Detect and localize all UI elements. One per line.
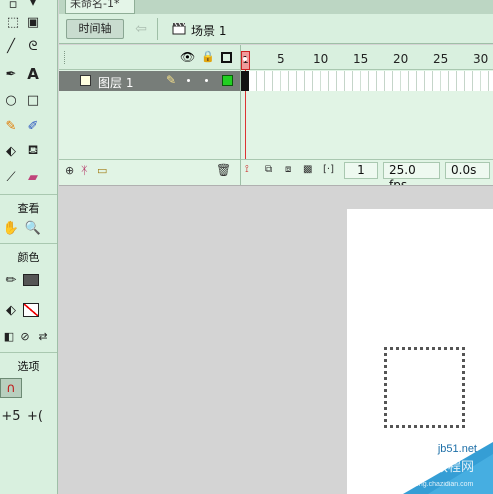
current-frame-field: 1	[344, 162, 378, 179]
onion-outlines-icon[interactable]: ⧈	[285, 164, 291, 175]
rectangle-tool-icon[interactable]: □	[22, 90, 44, 110]
modify-markers-icon[interactable]: [·]	[323, 164, 334, 175]
line-tool-icon[interactable]: ╱	[0, 36, 22, 56]
timeline-toggle-button[interactable]: 时间轴	[66, 19, 124, 39]
pencil-tool-icon[interactable]: ✎	[0, 116, 22, 136]
ruler-number: 20	[393, 52, 409, 66]
eraser-tool-icon[interactable]: ▰	[22, 167, 44, 187]
keyframe[interactable]	[241, 71, 249, 91]
layer-icon	[80, 75, 91, 86]
lock-dot[interactable]	[205, 79, 208, 82]
toolbar-divider	[157, 18, 158, 40]
scene-icon	[172, 22, 186, 35]
options-section-label: 选项	[17, 360, 40, 373]
layer-name[interactable]: 图层 1	[98, 74, 133, 91]
frame-controls: ⟟ ⧉ ⧈ ▩ [·] 1 25.0 fps 0.0s	[241, 159, 493, 192]
smooth-icon[interactable]: +5	[0, 406, 22, 426]
subselection-tool-icon[interactable]: ▾	[22, 0, 44, 12]
scene-label[interactable]: 场景 1	[191, 22, 226, 39]
onion-skin-icon[interactable]: ⧉	[265, 164, 272, 175]
selected-rectangle[interactable]	[384, 347, 465, 428]
swap-colors-icon[interactable]: ⇄	[32, 326, 54, 346]
free-transform-tool-icon[interactable]: ⬚	[2, 12, 24, 32]
timeline-panel: 👁 🔒 图层 1 ✎ ⊕ ᛡ ▭ 🗑 1 5 10 15 20	[59, 45, 493, 192]
layer-color-swatch[interactable]	[222, 75, 233, 86]
ruler-number: 10	[313, 52, 329, 66]
edit-multiple-frames-icon[interactable]: ▩	[303, 164, 312, 175]
document-tab[interactable]: 未命名-1*	[65, 0, 135, 14]
elapsed-time-field: 0.0s	[445, 162, 490, 179]
stroke-color-swatch[interactable]	[20, 270, 42, 290]
frames-area: 1 5 10 15 20 25 30 ⟟ ⧉ ⧈ ▩ [·] 1 25.0 fp…	[241, 45, 493, 192]
hand-tool-icon[interactable]: ✋	[0, 218, 22, 238]
frame-rate-field[interactable]: 25.0 fps	[383, 162, 440, 192]
gradient-transform-tool-icon[interactable]: ▣	[22, 12, 44, 32]
keyframe-dot	[243, 57, 247, 61]
layer-row[interactable]: 图层 1 ✎	[59, 71, 240, 91]
insert-layer-icon[interactable]: ⊕	[65, 164, 74, 177]
outline-icon[interactable]	[221, 52, 232, 63]
lasso-tool-icon[interactable]: ᘓ	[22, 36, 44, 56]
ruler-number: 30	[473, 52, 489, 66]
add-motion-guide-icon[interactable]: ᛡ	[81, 164, 88, 177]
trash-icon[interactable]: 🗑	[216, 163, 231, 177]
timeline-toolbar: 时间轴 ⇦ 场景 1	[59, 14, 493, 44]
fill-color-icon[interactable]: ⬖	[0, 300, 22, 320]
pen-tool-icon[interactable]: ✒	[0, 64, 22, 84]
tools-divider	[0, 243, 57, 244]
color-section-label: 颜色	[17, 251, 40, 264]
eye-icon[interactable]: 👁	[180, 50, 195, 64]
pencil-icon: ✎	[166, 73, 177, 87]
document-tab-bar: 未命名-1*	[59, 0, 493, 14]
tools-panel: ▫ ▾ ⬚ ▣ ╱ ᘓ ✒ A ○ □ ✎ ✐ ⬖ ⛾ ⟋ ▰ 查看 ✋ 🔍 颜…	[0, 0, 58, 494]
watermark-line1: jb51.net	[437, 443, 477, 455]
ink-bottle-tool-icon[interactable]: ⬖	[0, 141, 22, 161]
ruler-number: 15	[353, 52, 369, 66]
text-tool-icon[interactable]: A	[22, 64, 44, 84]
panel-grip[interactable]	[64, 51, 67, 64]
ruler-number: 5	[277, 52, 285, 66]
center-frame-icon[interactable]: ⟟	[245, 164, 249, 175]
straighten-icon[interactable]: +(	[24, 406, 46, 426]
insert-folder-icon[interactable]: ▭	[97, 164, 107, 177]
tools-divider	[0, 194, 57, 195]
back-arrow-icon[interactable]: ⇦	[132, 20, 150, 38]
oval-tool-icon[interactable]: ○	[0, 90, 22, 110]
stroke-color-icon[interactable]: ✏	[0, 270, 22, 290]
watermark-line2: 查字典 教程网	[392, 459, 474, 475]
paint-bucket-tool-icon[interactable]: ⛾	[22, 141, 44, 161]
fill-none-swatch[interactable]	[20, 300, 42, 320]
brush-tool-icon[interactable]: ✐	[22, 116, 44, 136]
tools-divider	[0, 352, 57, 353]
layer-controls: ⊕ ᛡ ▭ 🗑	[59, 159, 240, 181]
ruler-number: 25	[433, 52, 449, 66]
snap-to-objects-icon[interactable]: ∩	[0, 378, 22, 398]
layer-header: 👁 🔒	[59, 45, 240, 70]
visibility-dot[interactable]	[187, 79, 190, 82]
frame-cells[interactable]	[241, 71, 493, 91]
eyedropper-tool-icon[interactable]: ⟋	[0, 167, 22, 187]
watermark-line3: jiaocheng.chazidian.com	[396, 481, 474, 488]
lock-icon[interactable]: 🔒	[201, 50, 215, 63]
stage-area[interactable]: jb51.net 查字典 教程网 jiaocheng.chazidian.com	[59, 185, 493, 494]
view-section-label: 查看	[17, 202, 40, 215]
zoom-tool-icon[interactable]: 🔍	[22, 218, 44, 238]
flash-ide: ▫ ▾ ⬚ ▣ ╱ ᘓ ✒ A ○ □ ✎ ✐ ⬖ ⛾ ⟋ ▰ 查看 ✋ 🔍 颜…	[0, 0, 493, 494]
frame-ruler[interactable]: 1 5 10 15 20 25 30	[241, 45, 493, 70]
site-watermark: jb51.net 查字典 教程网 jiaocheng.chazidian.com	[392, 442, 493, 494]
